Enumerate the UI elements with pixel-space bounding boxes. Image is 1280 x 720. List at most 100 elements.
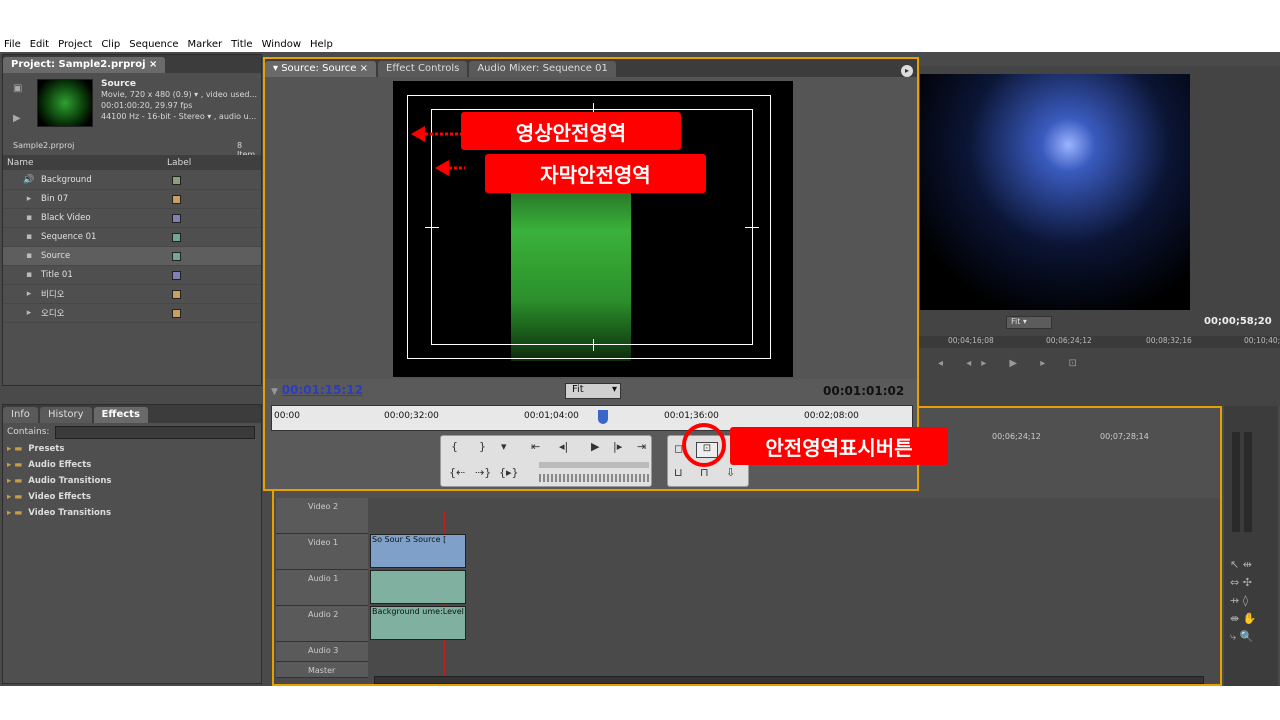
timeline-ruler-tick: 00;06;24;12 xyxy=(992,432,1041,441)
project-item[interactable]: ▪ Source xyxy=(3,247,261,266)
collapse-icon[interactable]: ▼ xyxy=(271,387,278,397)
audio1-clip[interactable] xyxy=(370,570,466,604)
col-label[interactable]: Label xyxy=(167,158,191,168)
program-ruler-tick: 00;10;40; xyxy=(1244,336,1280,345)
audio2-clip[interactable]: Background ume:Level ▾ xyxy=(370,606,466,640)
menu-sequence[interactable]: Sequence xyxy=(129,39,178,50)
folder-name: Video Effects xyxy=(28,492,91,502)
panel-menu-icon[interactable]: ▸ xyxy=(901,65,913,77)
play-icon[interactable]: ▶ xyxy=(13,113,21,124)
clip-label: Sour xyxy=(384,535,403,544)
tab-audio-mixer[interactable]: Audio Mixer: Sequence 01 xyxy=(469,61,616,77)
program-fit-select[interactable]: Fit ▾ xyxy=(1006,316,1052,329)
track-audio3[interactable]: Audio 3 xyxy=(276,642,368,662)
menu-marker[interactable]: Marker xyxy=(188,39,223,50)
effects-tabbar: Info History Effects xyxy=(3,405,261,423)
go-to-previous-marker-icon[interactable]: {⇠ xyxy=(449,466,465,479)
video1-clip[interactable]: So Sour S Source [ xyxy=(370,534,466,568)
source-timecode-current[interactable]: 00:01:15:12 xyxy=(282,383,363,397)
project-item[interactable]: ▸ 비디오 xyxy=(3,285,261,304)
overlay-icon[interactable]: ⊓ xyxy=(700,466,709,479)
tab-history[interactable]: History xyxy=(39,407,92,423)
export-frame-icon[interactable]: ⇩ xyxy=(726,466,735,479)
track-name: Audio 1 xyxy=(308,574,339,583)
project-tabbar: Project: Sample2.prproj × xyxy=(3,55,261,73)
jog-wheel[interactable] xyxy=(539,474,649,482)
effects-folder[interactable]: ▸ ▬ Audio Effects xyxy=(3,457,261,473)
item-name: Background xyxy=(41,175,92,185)
track-audio2[interactable]: Audio 2 xyxy=(276,606,368,642)
program-ruler-tick: 00;04;16;08 xyxy=(948,336,994,345)
menu-edit[interactable]: Edit xyxy=(30,39,49,50)
menu-title[interactable]: Title xyxy=(231,39,252,50)
label-swatch[interactable] xyxy=(172,251,181,261)
tools-palette[interactable]: ↖ ⇹ ⇔ ✣ ⇸ ◊ ⇼ ✋ ⤷ 🔍 xyxy=(1230,556,1272,646)
effects-folder[interactable]: ▸ ▬ Video Transitions xyxy=(3,505,261,521)
clip-thumbnail xyxy=(37,79,93,127)
label-swatch[interactable] xyxy=(172,270,181,280)
menu-help[interactable]: Help xyxy=(310,39,333,50)
program-transport-controls[interactable]: ◂ ◂▸ ▶ ▸ ⊡ xyxy=(938,358,1148,392)
step-forward-icon[interactable]: |▸ xyxy=(613,440,622,453)
source-timecode-left-wrap: ▼ 00:01:15:12 xyxy=(271,383,363,397)
camera-icon[interactable]: ▣ xyxy=(13,83,25,95)
tab-project[interactable]: Project: Sample2.prproj × xyxy=(3,57,166,73)
timeline-ruler-tick: 00;07;28;14 xyxy=(1100,432,1149,441)
arrow-head-icon xyxy=(435,160,449,176)
track-audio1[interactable]: Audio 1 xyxy=(276,570,368,606)
set-marker-icon[interactable]: ▾ xyxy=(501,440,507,453)
label-swatch[interactable] xyxy=(172,194,181,204)
track-video1[interactable]: Video 1 xyxy=(276,534,368,570)
play-icon[interactable]: ▶ xyxy=(591,440,599,453)
label-swatch[interactable] xyxy=(172,308,181,318)
track-master[interactable]: Master xyxy=(276,662,368,678)
item-icon: ▪ xyxy=(25,270,33,280)
effects-folder[interactable]: ▸ ▬ Audio Transitions xyxy=(3,473,261,489)
project-item[interactable]: ▪ Black Video xyxy=(3,209,261,228)
project-item[interactable]: ▸ 오디오 xyxy=(3,304,261,323)
shuttle-slider[interactable] xyxy=(539,462,649,468)
clip-label: ume:Level ▾ xyxy=(422,607,466,616)
project-item[interactable]: ▪ Sequence 01 xyxy=(3,228,261,247)
program-monitor: Fit ▾ 00;00;58;20 00;04;16;08 00;06;24;1… xyxy=(918,66,1280,406)
source-playhead[interactable] xyxy=(598,410,608,424)
track-headers: Video 2 Video 1 Audio 1 Audio 2 Audio 3 … xyxy=(276,498,368,678)
menu-project[interactable]: Project xyxy=(58,39,92,50)
mark-out-icon[interactable]: } xyxy=(479,440,486,453)
menu-clip[interactable]: Clip xyxy=(101,39,120,50)
menu-file[interactable]: File xyxy=(4,39,21,50)
source-fit-select[interactable]: Fit ▾ xyxy=(565,383,621,399)
track-video2[interactable]: Video 2 xyxy=(276,498,368,534)
program-ruler[interactable]: 00;04;16;08 00;06;24;12 00;08;32;16 00;1… xyxy=(918,336,1280,348)
effects-folder[interactable]: ▸ ▬ Presets xyxy=(3,441,261,457)
step-back-icon[interactable]: ◂| xyxy=(559,440,568,453)
effects-folder[interactable]: ▸ ▬ Video Effects xyxy=(3,489,261,505)
source-timecode-duration[interactable]: 00:01:01:02 xyxy=(823,384,904,398)
ruler-tick: 00:01;36:00 xyxy=(664,411,719,421)
timeline-scrollbar[interactable] xyxy=(374,676,1204,684)
play-in-to-out-icon[interactable]: {▸} xyxy=(499,466,519,479)
label-swatch[interactable] xyxy=(172,213,181,223)
go-to-next-marker-icon[interactable]: ⇢} xyxy=(475,466,491,479)
project-item[interactable]: ▪ Title 01 xyxy=(3,266,261,285)
project-item[interactable]: 🔊 Background xyxy=(3,171,261,190)
col-name[interactable]: Name xyxy=(7,158,167,168)
clip-label: Background xyxy=(372,607,420,616)
label-swatch[interactable] xyxy=(172,175,181,185)
project-item[interactable]: ▸ Bin 07 xyxy=(3,190,261,209)
label-swatch[interactable] xyxy=(172,232,181,242)
mark-in-icon[interactable]: { xyxy=(451,440,458,453)
menu-window[interactable]: Window xyxy=(262,39,301,50)
label-swatch[interactable] xyxy=(172,289,181,299)
menu-bar: File Edit Project Clip Sequence Marker T… xyxy=(0,36,1280,52)
go-to-out-icon[interactable]: ⇥ xyxy=(637,440,646,453)
project-panel: Project: Sample2.prproj × ▣ ▶ Source Mov… xyxy=(2,54,262,386)
insert-icon[interactable]: ⊔ xyxy=(674,466,683,479)
go-to-in-icon[interactable]: ⇤ xyxy=(531,440,540,453)
tab-effects[interactable]: Effects xyxy=(93,407,148,423)
tab-info[interactable]: Info xyxy=(3,407,38,423)
tab-effect-controls[interactable]: Effect Controls xyxy=(378,61,468,77)
effects-search-input[interactable] xyxy=(55,425,256,439)
program-timecode[interactable]: 00;00;58;20 xyxy=(1204,316,1272,327)
tab-source[interactable]: ▾ Source: Source × xyxy=(265,61,377,77)
